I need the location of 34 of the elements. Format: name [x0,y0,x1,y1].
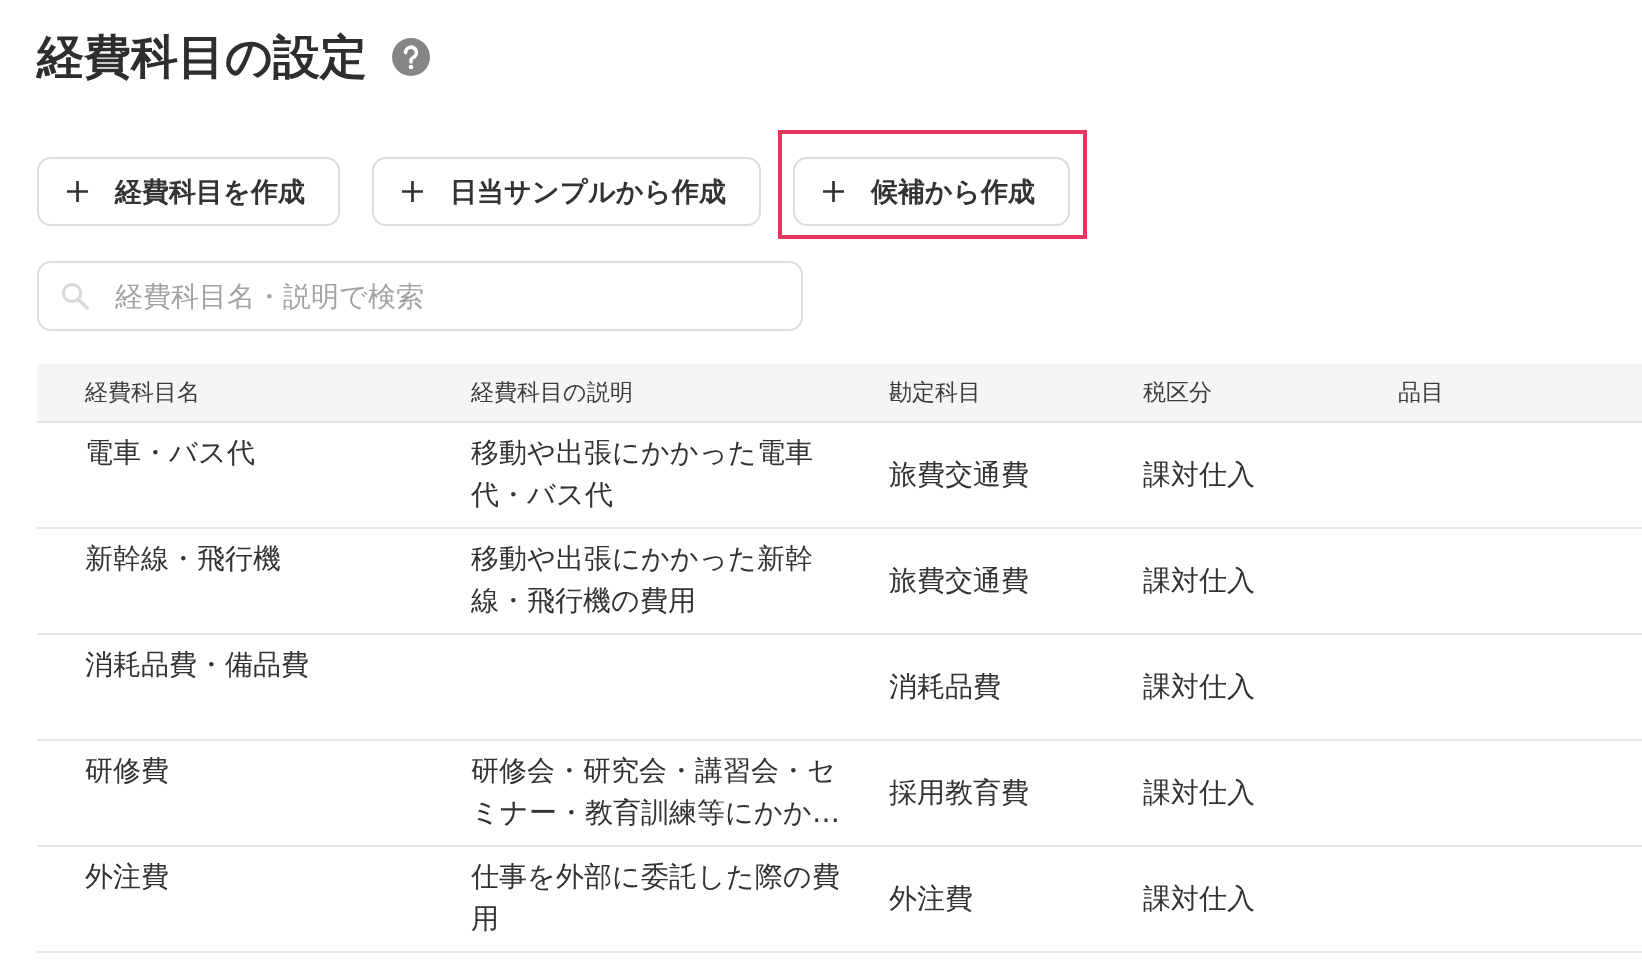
create-button[interactable]: 日当サンプルから作成 [372,157,761,226]
table-cell-text: 消耗品費 [888,669,1002,705]
create-button[interactable]: 候補から作成 [793,157,1070,226]
table-cell-text: 課対仕入 [1142,881,1256,917]
column-header: 税区分 [1142,378,1213,407]
plus-icon [401,180,424,203]
plus-icon [822,180,845,203]
table-cell-text: 新幹線・飛行機 [84,541,282,577]
table-cell-text: 電車・バス代 [84,435,256,471]
table-cell-text: 旅費交通費 [888,563,1030,599]
table-cell-text: 移動や出張にかかった電車代・バス代 [470,435,814,513]
table-cell-text: 仕事を外部に委託した際の費用 [470,859,841,937]
table-cell-text: 採用教育費 [888,775,1030,811]
table-cell-text: 消耗品費・備品費 [84,647,310,683]
table-cell-text: 外注費 [84,859,170,895]
table-cell-text: 課対仕入 [1142,775,1256,811]
search-field[interactable]: 経費科目名・説明で検索 [37,261,803,331]
column-header: 経費科目名 [84,378,201,407]
create-button[interactable]: 経費科目を作成 [37,157,340,226]
table-cell-text: 課対仕入 [1142,563,1256,599]
column-header: 品目 [1397,378,1445,407]
table-cell-text: 外注費 [888,881,974,917]
page-title: 経費科目の設定 [37,28,367,86]
search-icon [61,282,89,310]
column-header: 勘定科目 [888,378,982,407]
table-cell-text: 移動や出張にかかった新幹線・飛行機の費用 [470,541,814,619]
help-icon [392,38,430,76]
table-cell-text: 課対仕入 [1142,669,1256,705]
column-header: 経費科目の説明 [470,378,634,407]
table-cell-text: 研修会・研究会・講習会・セミナー・教育訓練等にかか… [470,753,841,831]
table-cell-text: 研修費 [84,753,170,789]
plus-icon [66,180,89,203]
table-cell-text: 課対仕入 [1142,457,1256,493]
table-cell-text: 旅費交通費 [888,457,1030,493]
